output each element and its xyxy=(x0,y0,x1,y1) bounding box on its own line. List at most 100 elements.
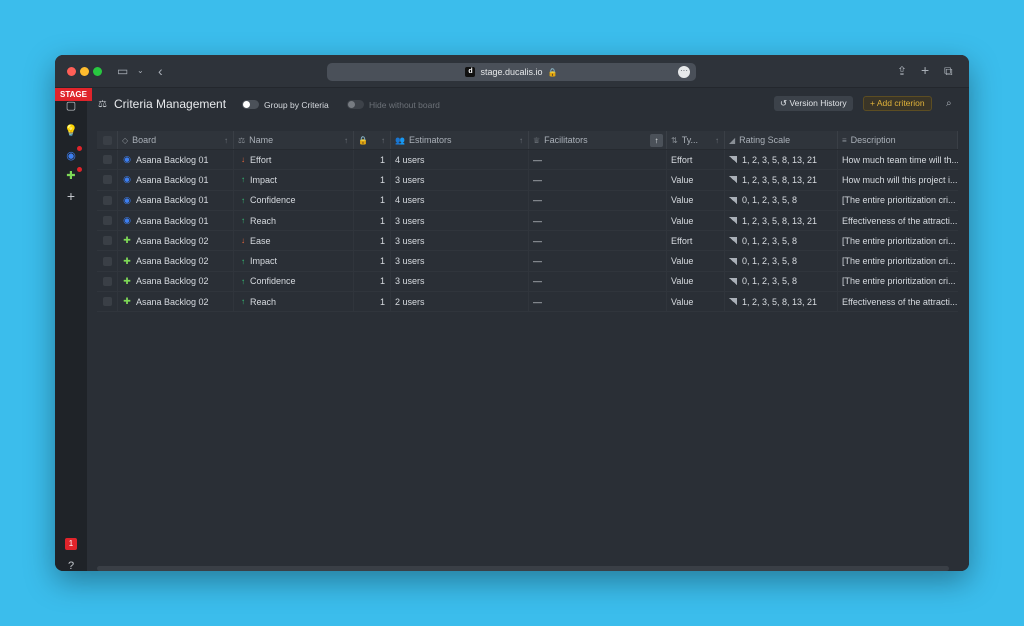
sort-icon[interactable]: ↑ xyxy=(519,136,523,145)
scale-cell[interactable]: 1, 2, 3, 5, 8, 13, 21 xyxy=(725,150,838,170)
column-header-facilitators[interactable]: ♕ Facilitators ↑ xyxy=(529,131,667,149)
estimators-cell[interactable]: 3 users xyxy=(391,251,529,271)
table-row[interactable]: ◉ Asana Backlog 01 ↑ Impact 1 3 users — Value 1,… xyxy=(97,170,958,191)
description-cell[interactable]: Effectiveness of the attracti... xyxy=(838,211,958,230)
facilitators-cell[interactable]: — xyxy=(529,251,667,271)
description-cell[interactable]: How much team time will th... xyxy=(838,150,958,169)
name-cell[interactable]: ↑ Confidence xyxy=(234,190,354,210)
table-row[interactable]: ✚ Asana Backlog 02 ↑ Impact 1 3 users — Value 0,… xyxy=(97,251,958,272)
scale-cell[interactable]: 1, 2, 3, 5, 8, 13, 21 xyxy=(725,210,838,231)
table-row[interactable]: ◉ Asana Backlog 01 ↑ Reach 1 3 users — Value 1, … xyxy=(97,210,958,232)
new-tab-icon[interactable]: + xyxy=(921,63,929,78)
tab-overview-icon[interactable]: ⧉ xyxy=(944,63,953,79)
search-icon[interactable]: ⌕ xyxy=(946,98,952,109)
facilitators-cell[interactable]: — xyxy=(529,190,667,210)
scale-cell[interactable]: 1, 2, 3, 5, 8, 13, 21 xyxy=(725,292,838,312)
board-cell[interactable]: ◉ Asana Backlog 01 xyxy=(118,150,234,170)
share-icon[interactable]: ⇪ xyxy=(897,63,907,79)
sort-icon[interactable]: ↑ xyxy=(224,136,228,145)
facilitators-cell[interactable]: — xyxy=(529,210,667,231)
horizontal-scrollbar[interactable] xyxy=(97,566,949,571)
name-cell[interactable]: ↑ Confidence xyxy=(234,271,354,292)
scale-cell[interactable]: 1, 2, 3, 5, 8, 13, 21 xyxy=(725,170,838,190)
board-cell[interactable]: ✚ Asana Backlog 02 xyxy=(118,231,234,251)
column-header-estimators[interactable]: 👥 Estimators ↑ xyxy=(391,131,529,149)
back-arrow-icon[interactable]: ‹ xyxy=(158,63,163,79)
row-checkbox[interactable] xyxy=(102,155,112,165)
sort-icon[interactable]: ↑ xyxy=(344,136,348,145)
estimators-cell[interactable]: 2 users xyxy=(391,292,529,312)
type-cell[interactable]: Value xyxy=(667,292,725,312)
board-cell[interactable]: ✚ Asana Backlog 02 xyxy=(118,271,234,292)
column-header-board[interactable]: ◇ Board ↑ xyxy=(118,131,234,149)
add-criterion-button[interactable]: + Add criterion xyxy=(863,96,932,111)
column-header-type[interactable]: ⇅ Ty... ↑ xyxy=(667,131,725,149)
name-cell[interactable]: ↑ Reach xyxy=(234,210,354,231)
type-cell[interactable]: Value xyxy=(667,170,725,190)
table-row[interactable]: ✚ Asana Backlog 02 ↑ Reach 1 2 users — Value 1, … xyxy=(97,292,958,313)
type-cell[interactable]: Value xyxy=(667,251,725,271)
facilitators-cell[interactable]: — xyxy=(529,170,667,190)
address-bar[interactable]: d stage.ducalis.io 🔒 ··· xyxy=(327,63,696,81)
row-checkbox[interactable] xyxy=(102,256,112,266)
name-cell[interactable]: ↑ Reach xyxy=(234,292,354,312)
description-cell[interactable]: [The entire prioritization cri... xyxy=(838,272,958,291)
column-header-lock[interactable]: 🔒 ↑ xyxy=(354,131,391,149)
maximize-window-button[interactable] xyxy=(93,67,102,76)
facilitators-cell[interactable]: — xyxy=(529,292,667,312)
sort-icon[interactable]: ↑ xyxy=(381,136,385,145)
row-checkbox[interactable] xyxy=(102,297,112,307)
board-cell[interactable]: ◉ Asana Backlog 01 xyxy=(118,170,234,190)
estimators-cell[interactable]: 3 users xyxy=(391,210,529,231)
select-all-checkbox[interactable] xyxy=(102,135,112,145)
description-cell[interactable]: Effectiveness of the attracti... xyxy=(838,292,958,311)
add-board-icon[interactable]: + xyxy=(63,188,79,204)
facilitators-cell[interactable]: — xyxy=(529,150,667,170)
board-cell[interactable]: ✚ Asana Backlog 02 xyxy=(118,292,234,312)
chevron-down-icon[interactable]: ⌄ xyxy=(137,63,144,79)
row-checkbox[interactable] xyxy=(102,195,112,205)
close-window-button[interactable] xyxy=(67,67,76,76)
version-history-button[interactable]: ↺ Version History xyxy=(774,96,853,111)
estimators-cell[interactable]: 4 users xyxy=(391,150,529,170)
type-cell[interactable]: Value xyxy=(667,190,725,210)
facilitators-cell[interactable]: — xyxy=(529,271,667,292)
description-cell[interactable]: [The entire prioritization cri... xyxy=(838,191,958,210)
name-cell[interactable]: ↑ Impact xyxy=(234,170,354,190)
name-cell[interactable]: ↑ Impact xyxy=(234,251,354,271)
column-header-name[interactable]: ⚖ Name ↑ xyxy=(234,131,354,149)
sort-active-icon[interactable]: ↑ xyxy=(650,134,663,147)
hide-without-board-toggle[interactable] xyxy=(347,100,364,109)
table-row[interactable]: ◉ Asana Backlog 01 ↑ Confidence 1 4 users — Val… xyxy=(97,190,958,211)
description-cell[interactable]: [The entire prioritization cri... xyxy=(838,231,958,250)
column-header-description[interactable]: ≡ Description xyxy=(838,131,958,149)
row-checkbox[interactable] xyxy=(102,236,112,246)
table-row[interactable]: ◉ Asana Backlog 01 ↓ Effort 1 4 users — Effort 1… xyxy=(97,150,958,171)
group-by-criteria-toggle[interactable] xyxy=(242,100,259,109)
column-header-rating-scale[interactable]: ◢ Rating Scale xyxy=(725,131,838,149)
type-cell[interactable]: Effort xyxy=(667,231,725,251)
name-cell[interactable]: ↓ Effort xyxy=(234,150,354,170)
board-cell[interactable]: ✚ Asana Backlog 02 xyxy=(118,251,234,271)
scale-cell[interactable]: 0, 1, 2, 3, 5, 8 xyxy=(725,271,838,292)
type-cell[interactable]: Value xyxy=(667,271,725,292)
row-checkbox[interactable] xyxy=(102,175,112,185)
type-cell[interactable]: Effort xyxy=(667,150,725,170)
facilitators-cell[interactable]: — xyxy=(529,231,667,251)
description-cell[interactable]: How much will this project i... xyxy=(838,170,958,189)
row-checkbox[interactable] xyxy=(102,216,112,226)
asana-board-icon[interactable]: ◉ xyxy=(63,148,79,164)
type-cell[interactable]: Value xyxy=(667,210,725,231)
board-cell[interactable]: ◉ Asana Backlog 01 xyxy=(118,190,234,210)
scale-cell[interactable]: 0, 1, 2, 3, 5, 8 xyxy=(725,251,838,271)
sort-icon[interactable]: ↑ xyxy=(715,136,719,145)
table-row[interactable]: ✚ Asana Backlog 02 ↑ Confidence 1 3 users — Val… xyxy=(97,271,958,293)
board-cell[interactable]: ◉ Asana Backlog 01 xyxy=(118,210,234,231)
help-icon[interactable]: ? xyxy=(63,558,79,571)
estimators-cell[interactable]: 4 users xyxy=(391,190,529,210)
estimators-cell[interactable]: 3 users xyxy=(391,271,529,292)
minimize-window-button[interactable] xyxy=(80,67,89,76)
estimators-cell[interactable]: 3 users xyxy=(391,231,529,251)
more-options-icon[interactable]: ··· xyxy=(678,66,690,78)
description-cell[interactable]: [The entire prioritization cri... xyxy=(838,251,958,270)
